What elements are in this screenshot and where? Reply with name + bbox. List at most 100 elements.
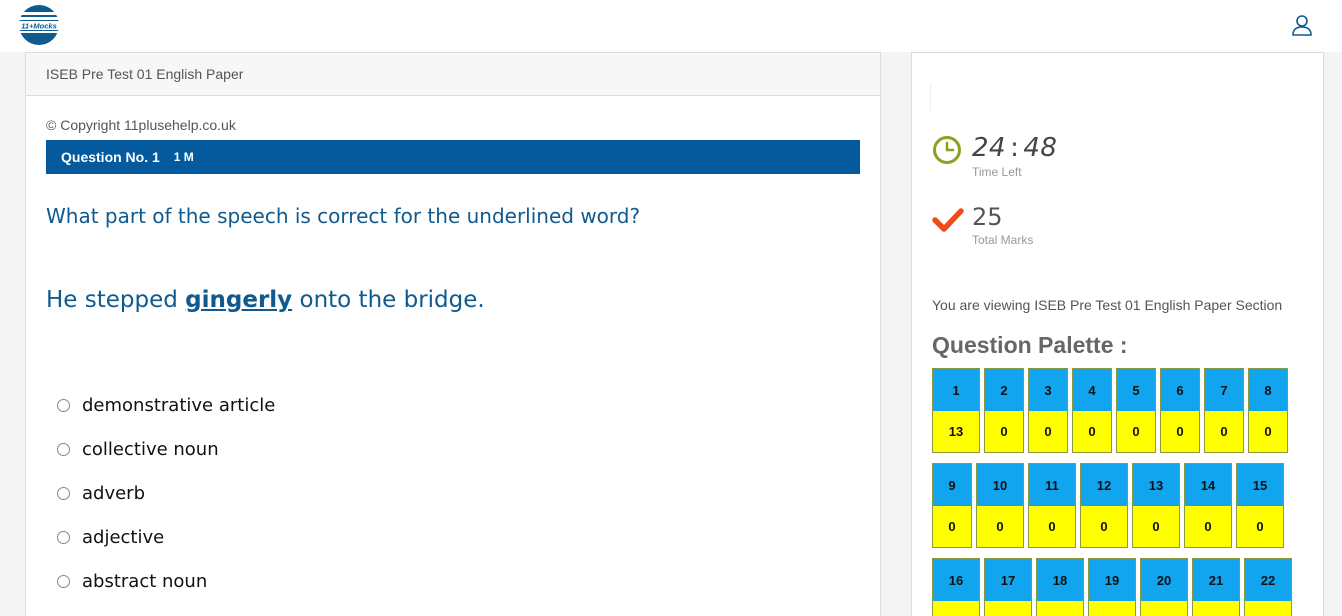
palette-cell[interactable]: 17 xyxy=(984,558,1032,616)
option-label: demonstrative article xyxy=(82,394,276,416)
answer-option[interactable]: adjective xyxy=(57,515,275,559)
palette-number: 22 xyxy=(1245,559,1291,601)
palette-number: 2 xyxy=(985,369,1023,411)
palette-number: 10 xyxy=(977,464,1023,506)
option-label: adjective xyxy=(82,526,165,548)
palette-value: 0 xyxy=(1133,506,1179,547)
timer: 24:48 Time Left xyxy=(932,133,1057,179)
palette-number: 4 xyxy=(1073,369,1111,411)
palette-cell[interactable]: 50 xyxy=(1116,368,1156,453)
palette-value: 0 xyxy=(1029,506,1075,547)
palette-cell[interactable]: 19 xyxy=(1088,558,1136,616)
radio-button[interactable] xyxy=(57,574,70,588)
answer-option[interactable]: abstract noun xyxy=(57,559,275,603)
palette-cell[interactable]: 90 xyxy=(932,463,972,548)
question-header-bar: Question No. 1 1 M xyxy=(46,140,860,174)
palette-cell[interactable]: 70 xyxy=(1204,368,1244,453)
copyright-text: © Copyright 11plusehelp.co.uk xyxy=(46,117,236,133)
palette-value: 0 xyxy=(1205,411,1243,452)
timer-separator: : xyxy=(1010,133,1020,163)
palette-cell[interactable]: 22 xyxy=(1244,558,1292,616)
palette-cell[interactable]: 20 xyxy=(1140,558,1188,616)
option-label: adverb xyxy=(82,482,146,504)
palette-cell[interactable]: 10 0 xyxy=(976,463,1024,548)
palette-number: 6 xyxy=(1161,369,1199,411)
palette-number: 9 xyxy=(933,464,971,506)
status-panel: 24:48 Time Left 25 Total Marks You are v… xyxy=(911,52,1324,616)
palette-number: 16 xyxy=(933,559,979,601)
total-marks-label: Total Marks xyxy=(972,233,1034,247)
palette-title: Question Palette : xyxy=(932,332,1128,358)
palette-cell[interactable]: 12 0 xyxy=(1080,463,1128,548)
palette-cell[interactable]: 21 xyxy=(1192,558,1240,616)
viewing-section-text: You are viewing ISEB Pre Test 01 English… xyxy=(932,297,1283,313)
palette-number: 20 xyxy=(1141,559,1187,601)
palette-number: 8 xyxy=(1249,369,1287,411)
palette-value: 0 xyxy=(1117,411,1155,452)
palette-value: 0 xyxy=(933,506,971,547)
total-marks-value: 25 xyxy=(972,203,1003,231)
answer-option[interactable]: demonstrative article xyxy=(57,383,275,427)
palette-value xyxy=(1089,601,1135,616)
palette-value: 0 xyxy=(1185,506,1231,547)
palette-cell[interactable]: 80 xyxy=(1248,368,1288,453)
palette-cell[interactable]: 14 0 xyxy=(1184,463,1232,548)
palette-row: 16 17 18 19 20 21 22 xyxy=(932,558,1296,616)
question-marks: 1 M xyxy=(173,150,194,164)
answer-option[interactable]: collective noun xyxy=(57,427,275,471)
user-icon[interactable] xyxy=(1291,14,1313,36)
underlined-word: gingerly xyxy=(185,287,293,313)
palette-value: 0 xyxy=(1249,411,1287,452)
palette-cell[interactable]: 15 0 xyxy=(1236,463,1284,548)
answer-options: demonstrative article collective noun ad… xyxy=(57,383,275,603)
radio-button[interactable] xyxy=(57,398,70,412)
palette-number: 3 xyxy=(1029,369,1067,411)
palette-number: 21 xyxy=(1193,559,1239,601)
palette-number: 13 xyxy=(1133,464,1179,506)
radio-button[interactable] xyxy=(57,486,70,500)
palette-number: 14 xyxy=(1185,464,1231,506)
question-number: Question No. 1 xyxy=(61,149,160,165)
palette-value: 0 xyxy=(1161,411,1199,452)
palette-value: 0 xyxy=(1029,411,1067,452)
palette-number: 15 xyxy=(1237,464,1283,506)
radio-button[interactable] xyxy=(57,442,70,456)
palette-cell[interactable]: 30 xyxy=(1028,368,1068,453)
option-label: collective noun xyxy=(82,438,219,460)
palette-number: 19 xyxy=(1089,559,1135,601)
answer-option[interactable]: adverb xyxy=(57,471,275,515)
palette-value xyxy=(985,601,1031,616)
timer-seconds: 48 xyxy=(1023,133,1058,163)
total-marks: 25 Total Marks xyxy=(932,203,1033,247)
palette-value xyxy=(1141,601,1187,616)
palette-number: 5 xyxy=(1117,369,1155,411)
question-text: What part of the speech is correct for t… xyxy=(46,204,641,228)
palette-value xyxy=(1245,601,1291,616)
palette-value: 0 xyxy=(1081,506,1127,547)
option-label: abstract noun xyxy=(82,570,208,592)
palette-value: 0 xyxy=(1073,411,1111,452)
time-left-label: Time Left xyxy=(972,165,1022,179)
palette-cell[interactable]: 13 0 xyxy=(1132,463,1180,548)
logo[interactable]: 11+Mocks xyxy=(16,4,62,46)
logo-text: 11+Mocks xyxy=(21,22,57,31)
radio-button[interactable] xyxy=(57,530,70,544)
palette-number: 12 xyxy=(1081,464,1127,506)
palette-cell[interactable]: 18 xyxy=(1036,558,1084,616)
palette-value xyxy=(1193,601,1239,616)
palette-number: 1 xyxy=(933,369,979,411)
palette-cell[interactable]: 1 13 xyxy=(932,368,980,453)
palette-row: 1 13 20 30 40 50 60 70 80 xyxy=(932,368,1292,453)
paper-title: ISEB Pre Test 01 English Paper xyxy=(26,53,880,96)
palette-cell[interactable]: 11 0 xyxy=(1028,463,1076,548)
palette-number: 18 xyxy=(1037,559,1083,601)
sentence-before: He stepped xyxy=(46,287,186,313)
question-panel: ISEB Pre Test 01 English Paper © Copyrig… xyxy=(25,52,881,616)
palette-value: 0 xyxy=(977,506,1023,547)
palette-cell[interactable]: 20 xyxy=(984,368,1024,453)
palette-value: 0 xyxy=(1237,506,1283,547)
palette-cell[interactable]: 60 xyxy=(1160,368,1200,453)
palette-cell[interactable]: 40 xyxy=(1072,368,1112,453)
clock-icon xyxy=(933,136,961,164)
palette-cell[interactable]: 16 xyxy=(932,558,980,616)
